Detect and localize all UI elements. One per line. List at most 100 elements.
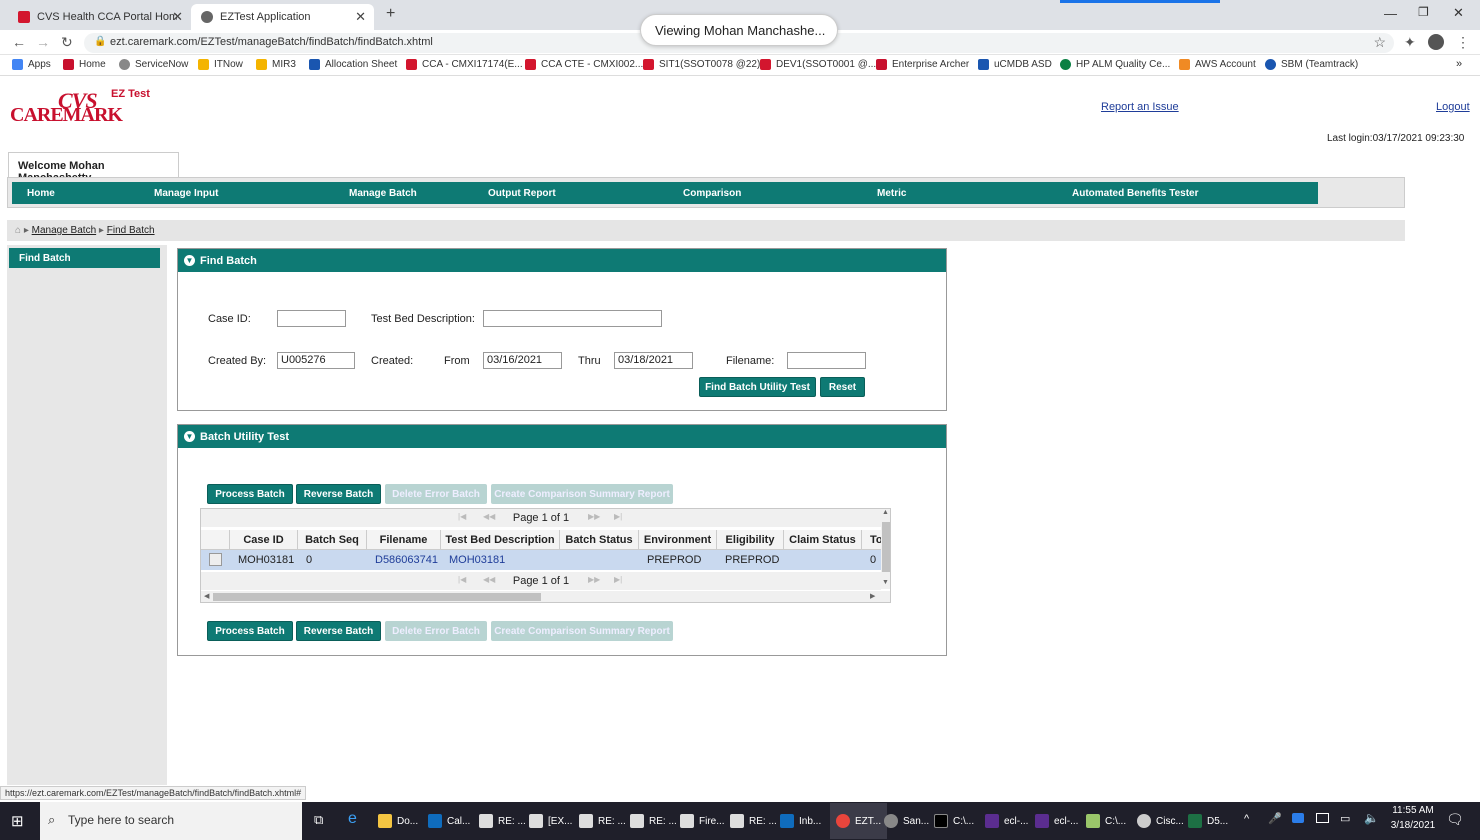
row-checkbox[interactable] [209, 553, 222, 566]
reload-icon[interactable]: ↻ [61, 34, 73, 51]
taskbar-item[interactable]: Cal... [428, 811, 470, 831]
taskbar-item[interactable]: C:\... [934, 811, 974, 831]
case-id-input[interactable] [277, 310, 346, 327]
taskbar-item[interactable]: ecl-... [1035, 811, 1078, 831]
sidebar-item-find-batch[interactable]: Find Batch [9, 248, 160, 268]
close-tab-icon[interactable]: ✕ [172, 9, 183, 25]
prev-page-icon[interactable]: ◀◀ [483, 512, 495, 521]
taskbar-item-active[interactable]: EZT... [830, 803, 888, 839]
forward-icon[interactable]: → [36, 34, 50, 50]
bookmark-star-icon[interactable]: ☆ [1373, 34, 1386, 51]
taskbar-item[interactable]: RE: ... [479, 811, 526, 831]
column-claim-status[interactable]: Claim Status [784, 530, 862, 550]
bookmark-aws[interactable]: AWS Account [1179, 59, 1256, 70]
taskbar-item[interactable]: [EX... [529, 811, 572, 831]
home-icon[interactable]: ⌂ [15, 225, 21, 236]
vertical-scroll-thumb[interactable] [882, 522, 890, 572]
clock-date[interactable]: 3/18/2021 [1388, 820, 1438, 831]
bookmark-sit1[interactable]: SIT1(SSOT0078 @22) [643, 59, 760, 70]
last-page-icon[interactable]: ▶| [614, 575, 622, 584]
taskbar-item[interactable]: RE: ... [730, 811, 777, 831]
test-bed-input[interactable] [483, 310, 662, 327]
prev-page-icon[interactable]: ◀◀ [483, 575, 495, 584]
test-bed-link[interactable]: MOH03181 [449, 554, 505, 566]
tray-chevron-icon[interactable]: ^ [1244, 813, 1249, 825]
taskbar-item[interactable]: C:\... [1086, 811, 1126, 831]
find-batch-button[interactable]: Find Batch Utility Test [699, 377, 816, 397]
bookmark-itnow[interactable]: ITNow [198, 59, 243, 70]
last-page-icon[interactable]: ▶| [614, 512, 622, 521]
column-filename[interactable]: Filename [367, 530, 441, 550]
browser-tab-cvs-portal[interactable]: CVS Health CCA Portal Homepag ✕ [8, 4, 191, 30]
scroll-left-icon[interactable]: ◀ [204, 592, 209, 600]
reset-button[interactable]: Reset [820, 377, 865, 397]
taskbar-item[interactable]: ecl-... [985, 811, 1028, 831]
menu-kebab-icon[interactable]: ⋮ [1456, 34, 1470, 51]
profile-avatar-icon[interactable] [1428, 34, 1444, 50]
menu-metric[interactable]: Metric [877, 188, 906, 199]
task-view-icon[interactable]: ⧉ [314, 812, 323, 828]
scroll-right-icon[interactable]: ▶ [870, 592, 875, 600]
new-tab-icon[interactable]: + [386, 5, 395, 23]
bookmark-dev1[interactable]: DEV1(SSOT0001 @... [760, 59, 876, 70]
bookmark-alm[interactable]: HP ALM Quality Ce... [1060, 59, 1170, 70]
taskbar-item[interactable]: Do... [378, 811, 418, 831]
collapse-icon[interactable]: ▼ [184, 255, 195, 266]
scroll-up-icon[interactable]: ▲ [882, 509, 889, 516]
created-by-input[interactable]: U005276 [277, 352, 355, 369]
bookmark-ucmdb[interactable]: uCMDB ASD [978, 59, 1052, 70]
taskbar-item[interactable]: D5... [1188, 811, 1228, 831]
horizontal-scrollbar[interactable]: ◀ ▶ [201, 591, 890, 602]
bookmark-cca-cte[interactable]: CCA CTE - CMXI002... [525, 59, 643, 70]
find-batch-header[interactable]: ▼ Find Batch [178, 249, 946, 272]
first-page-icon[interactable]: |◀ [458, 512, 466, 521]
reverse-batch-button[interactable]: Reverse Batch [296, 484, 381, 504]
bookmark-servicenow[interactable]: ServiceNow [119, 59, 188, 70]
microphone-icon[interactable]: 🎤 [1268, 812, 1282, 825]
bookmark-mir3[interactable]: MIR3 [256, 59, 296, 70]
menu-manage-batch[interactable]: Manage Batch [349, 188, 417, 199]
process-batch-button-bottom[interactable]: Process Batch [207, 621, 293, 641]
next-page-icon[interactable]: ▶▶ [588, 512, 600, 521]
bookmark-cca[interactable]: CCA - CMXI17174(E... [406, 59, 523, 70]
notifications-icon[interactable]: 🗨 [1446, 811, 1464, 828]
bookmark-archer[interactable]: Enterprise Archer [876, 59, 969, 70]
create-comparison-report-button[interactable]: Create Comparison Summary Report [491, 484, 673, 504]
delete-error-batch-button[interactable]: Delete Error Batch [385, 484, 487, 504]
browser-tab-eztest[interactable]: EZTest Application ✕ [191, 4, 374, 30]
menu-home[interactable]: Home [27, 188, 55, 199]
taskbar-item[interactable]: RE: ... [579, 811, 626, 831]
bookmark-home[interactable]: Home [63, 59, 106, 70]
battery-icon[interactable] [1316, 813, 1329, 823]
collapse-icon[interactable]: ▼ [184, 431, 195, 442]
close-tab-icon[interactable]: ✕ [355, 9, 366, 25]
column-environment[interactable]: Environment [639, 530, 717, 550]
reverse-batch-button-bottom[interactable]: Reverse Batch [296, 621, 381, 641]
more-bookmarks-icon[interactable]: » [1456, 58, 1462, 70]
column-case-id[interactable]: Case ID [230, 530, 298, 550]
menu-automated-benefits-tester[interactable]: Automated Benefits Tester [1072, 188, 1199, 199]
filename-link[interactable]: D586063741 [375, 554, 438, 566]
column-batch-status[interactable]: Batch Status [560, 530, 639, 550]
menu-manage-input[interactable]: Manage Input [154, 188, 218, 199]
batch-utility-header[interactable]: ▼ Batch Utility Test [178, 425, 946, 448]
taskbar-item[interactable]: Cisc... [1137, 811, 1184, 831]
delete-error-batch-button-bottom[interactable]: Delete Error Batch [385, 621, 487, 641]
from-date-input[interactable]: 03/16/2021 [483, 352, 562, 369]
onedrive-icon[interactable] [1292, 813, 1304, 823]
column-to[interactable]: To [862, 530, 881, 550]
extensions-icon[interactable]: ✦ [1404, 34, 1416, 51]
column-test-bed[interactable]: Test Bed Description [441, 530, 560, 550]
back-icon[interactable]: ← [12, 34, 26, 50]
logout-link[interactable]: Logout [1436, 101, 1470, 113]
thru-date-input[interactable]: 03/18/2021 [614, 352, 693, 369]
bookmark-apps[interactable]: Apps [12, 59, 51, 70]
taskbar-item[interactable]: San... [884, 811, 929, 831]
breadcrumb-find-batch[interactable]: Find Batch [107, 225, 155, 236]
close-window-icon[interactable]: ✕ [1453, 5, 1464, 21]
taskbar-item[interactable]: Inb... [780, 811, 821, 831]
scroll-down-icon[interactable]: ▼ [882, 579, 889, 586]
network-icon[interactable]: ▭ [1340, 812, 1350, 825]
filename-input[interactable] [787, 352, 866, 369]
table-row[interactable]: MOH03181 0 D586063741 MOH03181 PREPROD P… [201, 550, 881, 570]
